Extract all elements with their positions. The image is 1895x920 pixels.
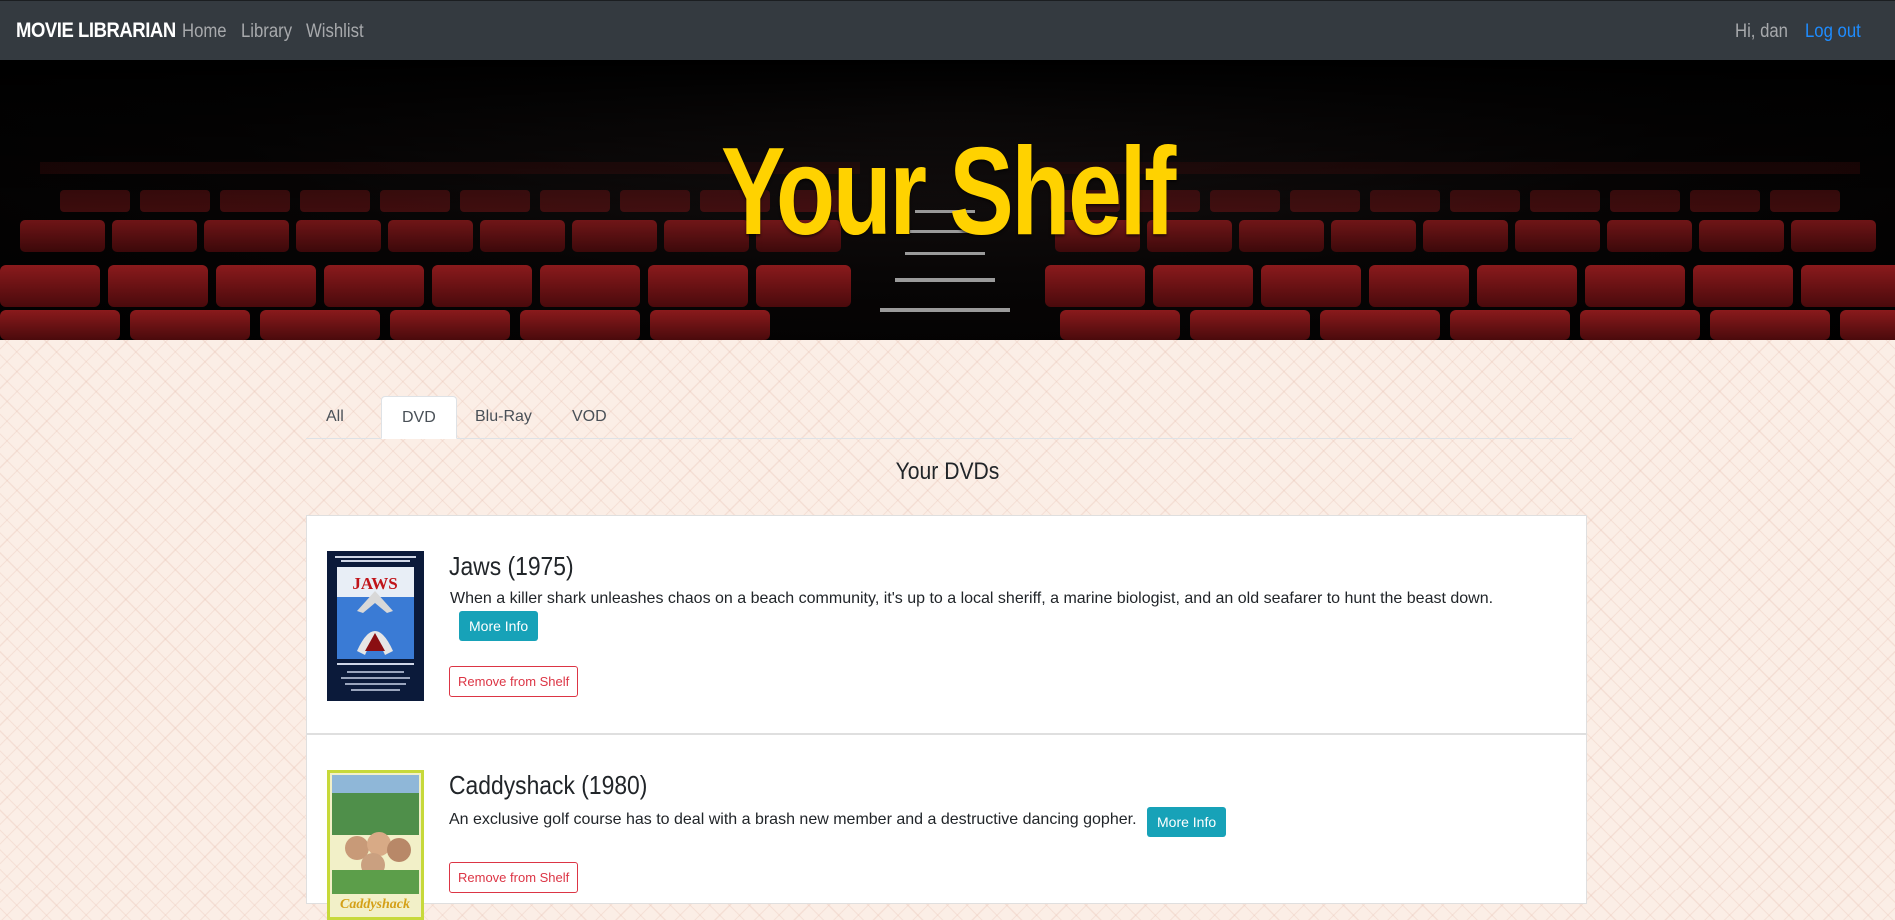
- format-tabs: All DVD Blu-Ray VOD: [306, 396, 1572, 439]
- poster-title-text: JAWS: [352, 574, 397, 593]
- nav-link-wishlist[interactable]: Wishlist: [306, 21, 364, 43]
- brand-logo[interactable]: MOVIE LIBRARIAN: [16, 19, 176, 43]
- movie-title: Caddyshack (1980): [449, 770, 648, 800]
- movie-card: JAWS Jaws (1975) When a killer shark unl…: [306, 515, 1587, 734]
- movie-title: Jaws (1975): [449, 551, 574, 581]
- user-greeting: Hi, dan: [1735, 21, 1788, 42]
- tab-all[interactable]: All: [306, 396, 364, 438]
- movie-card: Caddyshack Caddyshack (1980) An exclusiv…: [306, 734, 1587, 920]
- hero-banner: Your Shelf: [0, 60, 1895, 340]
- logout-link[interactable]: Log out: [1805, 21, 1861, 43]
- movie-description: An exclusive golf course has to deal wit…: [449, 811, 1137, 828]
- nav-link-library[interactable]: Library: [241, 21, 292, 43]
- more-info-button[interactable]: More Info: [1147, 807, 1227, 837]
- nav-link-home[interactable]: Home: [182, 21, 227, 43]
- movie-poster[interactable]: Caddyshack: [327, 770, 424, 920]
- tab-vod[interactable]: VOD: [552, 396, 627, 438]
- tab-blu-ray[interactable]: Blu-Ray: [455, 396, 552, 438]
- more-info-button[interactable]: More Info: [459, 611, 539, 641]
- top-navbar: MOVIE LIBRARIAN Home Library Wishlist Hi…: [0, 0, 1895, 60]
- section-title: Your DVDs: [895, 458, 1000, 485]
- remove-from-shelf-button[interactable]: Remove from Shelf: [449, 666, 579, 697]
- remove-from-shelf-button[interactable]: Remove from Shelf: [449, 862, 579, 893]
- tab-dvd[interactable]: DVD: [381, 396, 457, 439]
- movie-poster[interactable]: JAWS: [327, 551, 424, 701]
- hero-title: Your Shelf: [720, 123, 1176, 261]
- movie-description: When a killer shark unleashes chaos on a…: [450, 590, 1494, 607]
- poster-title-text: Caddyshack: [340, 897, 410, 912]
